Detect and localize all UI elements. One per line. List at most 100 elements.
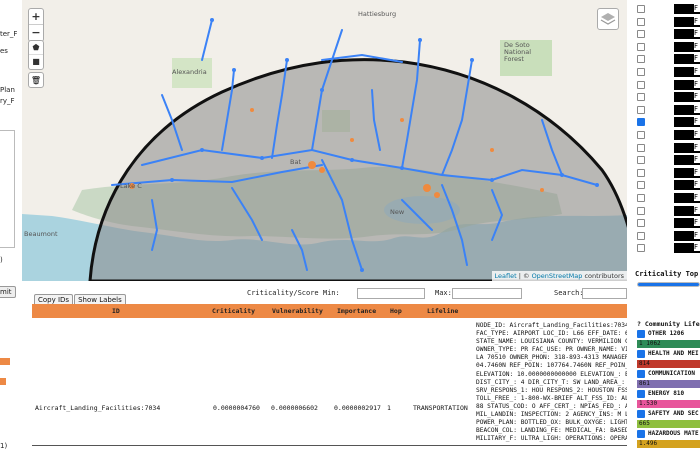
layer-checkbox[interactable]: [637, 131, 645, 139]
layer-checkbox[interactable]: [637, 219, 645, 228]
community-item[interactable]: SAFETY AND SEC 665: [637, 410, 700, 429]
left-fragment-3: Plan: [0, 86, 15, 94]
left-orange-marker: [0, 358, 10, 365]
layer-letter: F: [694, 218, 700, 227]
map-view[interactable]: Alexandria Hattiesburg De Soto National …: [22, 0, 627, 281]
layer-row[interactable]: F: [637, 180, 700, 191]
cell-lifeline: TRANSPORTATION: [413, 404, 468, 412]
community-lifeline-title: ? Community Life: [637, 320, 700, 328]
layer-checkbox[interactable]: [637, 206, 645, 215]
col-lifeline[interactable]: Lifeline: [427, 304, 458, 318]
layer-checkbox[interactable]: [637, 17, 645, 26]
layer-checkbox[interactable]: [637, 181, 645, 190]
layer-checkbox[interactable]: [637, 30, 645, 39]
layer-letter: F: [694, 54, 700, 63]
map-canvas[interactable]: [22, 0, 627, 281]
score-max-input[interactable]: [452, 288, 522, 299]
max-label: Max:: [435, 289, 452, 297]
layer-checkbox[interactable]: [637, 244, 645, 253]
layer-row[interactable]: F: [637, 155, 700, 166]
layer-letter: F: [694, 230, 700, 239]
results-table-panel: Copy IDs Show Labels Criticality/Score Mi…: [22, 281, 627, 450]
layer-row[interactable]: F: [637, 167, 700, 179]
info-line: SRV_RESPONS_1: HOU RESPONS_2: HOUSTON FS…: [476, 386, 627, 394]
layer-checkbox[interactable]: [637, 118, 645, 127]
col-hop[interactable]: Hop: [390, 304, 402, 318]
layer-row[interactable]: F: [637, 193, 700, 204]
trash-icon[interactable]: 🗑: [28, 72, 44, 88]
community-bar: 1.530: [637, 400, 700, 408]
layer-row[interactable]: F: [637, 54, 700, 65]
community-item[interactable]: ENERGY 810 1.530: [637, 390, 700, 409]
info-line: TOLL_FREE_: 1-800-WX-BRIEF ALT_FSS_ID: A…: [476, 394, 627, 402]
layer-checkbox[interactable]: [637, 168, 645, 177]
info-line: POWER_PLAN: BOTTLED_OX: BULK_OXYGE: LIGH…: [476, 419, 627, 427]
community-checkbox[interactable]: [637, 330, 645, 338]
community-checkbox[interactable]: [637, 350, 645, 358]
layer-row[interactable]: F: [637, 16, 700, 28]
layer-checkbox[interactable]: [637, 55, 645, 64]
community-name: COMMUNICATION: [648, 370, 695, 377]
cell-vulnerability: 0.0000006602: [271, 404, 318, 412]
layer-checkbox[interactable]: [637, 5, 645, 13]
community-item[interactable]: HAZARDOUS MATE 1.496: [637, 430, 700, 449]
layer-row[interactable]: F: [637, 92, 700, 103]
community-item[interactable]: COMMUNICATION 861: [637, 370, 700, 389]
zoom-in-button[interactable]: +: [29, 9, 43, 25]
layer-checkbox[interactable]: [637, 80, 645, 89]
layer-letter: F: [694, 104, 700, 113]
community-checkbox[interactable]: [637, 430, 645, 438]
layer-checkbox[interactable]: [637, 156, 645, 165]
layer-row[interactable]: F: [637, 117, 700, 128]
layer-checkbox[interactable]: [637, 143, 645, 152]
layer-letter: F: [694, 130, 700, 138]
left-fragment-1: ter_F: [0, 30, 18, 38]
layer-row[interactable]: F: [637, 243, 700, 254]
layers-icon[interactable]: [597, 8, 619, 30]
layer-row[interactable]: F: [637, 67, 700, 78]
score-min-input[interactable]: [357, 288, 425, 299]
col-id[interactable]: ID: [112, 304, 120, 318]
layer-letter: F: [694, 243, 700, 252]
layer-row[interactable]: F: [637, 218, 700, 229]
layer-checkbox[interactable]: [637, 194, 645, 202]
layer-checkbox[interactable]: [637, 105, 645, 114]
zoom-out-button[interactable]: −: [29, 25, 43, 41]
submit-button[interactable]: mit: [0, 286, 16, 298]
left-textarea[interactable]: [0, 130, 15, 248]
layer-row[interactable]: F: [637, 79, 700, 91]
osm-link[interactable]: OpenStreetMap: [532, 272, 583, 280]
layer-letter: F: [694, 117, 700, 126]
layer-row[interactable]: F: [637, 205, 700, 217]
draw-polygon-icon[interactable]: ⬟: [29, 41, 43, 55]
community-checkbox[interactable]: [637, 410, 645, 418]
col-criticality[interactable]: Criticality: [212, 304, 255, 318]
col-importance[interactable]: Importance: [337, 304, 376, 318]
layer-checkbox[interactable]: [637, 68, 645, 76]
layer-row[interactable]: F: [637, 130, 700, 141]
community-checkbox[interactable]: [637, 390, 645, 398]
layer-row[interactable]: F: [637, 29, 700, 40]
col-vulnerability[interactable]: Vulnerability: [272, 304, 323, 318]
community-item[interactable]: OTHER 1206 1 1062: [637, 330, 700, 349]
search-input[interactable]: [582, 288, 627, 299]
layer-letter: F: [694, 4, 700, 12]
table-bottom-border: [32, 445, 627, 446]
layer-checkbox[interactable]: [637, 231, 645, 240]
layer-checkbox[interactable]: [637, 93, 645, 102]
layer-letter: F: [694, 16, 700, 25]
layer-row[interactable]: F: [637, 142, 700, 154]
layer-row[interactable]: F: [637, 41, 700, 53]
criticality-slider[interactable]: [637, 282, 700, 287]
draw-rectangle-icon[interactable]: ■: [29, 55, 43, 69]
info-line: ELEVATION: 10.0000000000000 ELEVATION_: …: [476, 370, 627, 378]
table-row[interactable]: Aircraft_Landing_Facilities:7034 0.00000…: [32, 321, 627, 445]
layer-row[interactable]: F: [637, 4, 700, 15]
info-line: STATE_NAME: LOUISIANA COUNTY: VERMILION …: [476, 338, 627, 346]
layer-checkbox[interactable]: [637, 42, 645, 51]
layer-row[interactable]: F: [637, 230, 700, 242]
leaflet-link[interactable]: Leaflet: [495, 272, 517, 280]
layer-row[interactable]: F: [637, 104, 700, 116]
community-checkbox[interactable]: [637, 370, 645, 378]
community-item[interactable]: HEALTH AND MEI 814: [637, 350, 700, 369]
